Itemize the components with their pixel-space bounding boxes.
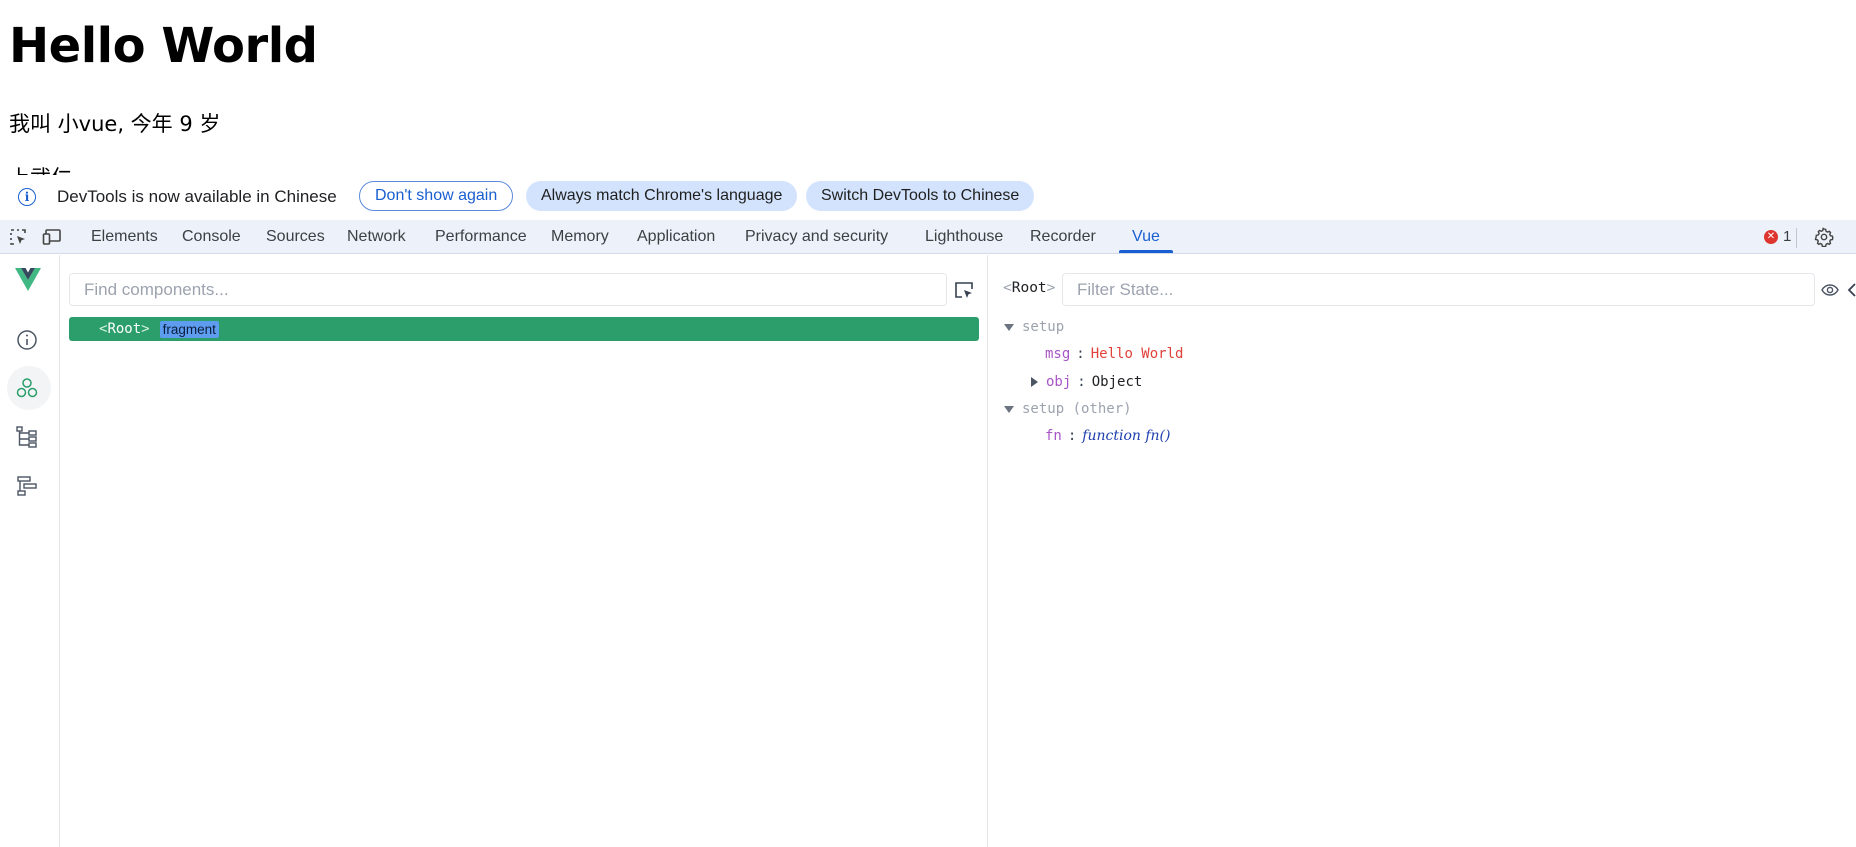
app-info-icon[interactable] — [15, 328, 39, 352]
components-icon[interactable] — [15, 376, 39, 400]
page-heading: Hello World — [9, 18, 318, 74]
section-title: setup (other) — [1022, 401, 1132, 417]
tree-row-root[interactable]: <Root> fragment — [69, 317, 979, 341]
collapse-arrow-icon — [1004, 323, 1014, 331]
always-match-language-button[interactable]: Always match Chrome's language — [526, 181, 798, 211]
tab-application[interactable]: Application — [637, 228, 715, 246]
state-value: Hello World — [1090, 346, 1184, 362]
error-counter[interactable]: ✕ 1 — [1764, 228, 1791, 245]
tab-recorder[interactable]: Recorder — [1030, 228, 1096, 246]
state-value: Object — [1091, 374, 1143, 390]
collapse-arrow-icon — [1004, 405, 1014, 413]
vue-logo-icon — [15, 268, 41, 291]
expand-arrow-icon[interactable] — [1031, 377, 1038, 387]
select-component-icon[interactable] — [953, 280, 975, 302]
tab-lighthouse[interactable]: Lighthouse — [925, 228, 1003, 246]
state-section-setup-other[interactable]: setup (other) — [1004, 401, 1132, 417]
state-entry-fn[interactable]: fn : function fn() — [1045, 428, 1170, 444]
tab-network[interactable]: Network — [347, 228, 406, 246]
colon-separator: : — [1077, 374, 1086, 390]
tab-sources[interactable]: Sources — [266, 228, 325, 246]
state-entry-msg[interactable]: msg : Hello World — [1045, 346, 1183, 362]
eye-icon[interactable] — [1820, 280, 1840, 300]
state-key: fn — [1045, 428, 1062, 444]
filter-state-input[interactable]: Filter State... — [1062, 273, 1815, 306]
tab-elements[interactable]: Elements — [91, 228, 158, 246]
tab-performance[interactable]: Performance — [435, 228, 527, 246]
error-count: 1 — [1783, 228, 1792, 245]
component-tree-icon[interactable] — [15, 425, 39, 449]
state-key: obj — [1046, 374, 1072, 390]
chevron-left-icon[interactable] — [1846, 280, 1856, 300]
tab-memory[interactable]: Memory — [551, 228, 609, 246]
switch-to-chinese-button[interactable]: Switch DevTools to Chinese — [806, 181, 1035, 211]
colon-separator: : — [1067, 428, 1077, 444]
tab-console[interactable]: Console — [182, 228, 241, 246]
fragment-badge: fragment — [159, 320, 219, 338]
info-icon: i — [18, 188, 36, 206]
timeline-icon[interactable] — [15, 474, 39, 498]
toolbar-divider — [1796, 228, 1797, 248]
infobar-message: DevTools is now available in Chinese — [57, 187, 337, 206]
language-infobar: i DevTools is now available in Chinese D… — [0, 175, 1856, 220]
device-toolbar-icon[interactable] — [42, 227, 62, 247]
find-components-input[interactable]: Find components... — [69, 273, 947, 306]
selected-component-label: <Root> — [1003, 280, 1056, 296]
tab-vue[interactable]: Vue — [1132, 228, 1160, 246]
inspect-element-icon[interactable] — [8, 227, 28, 247]
page-line-1: 我叫 小vue, 今年 9 岁 — [9, 112, 221, 136]
vue-sidebar — [0, 255, 60, 847]
state-key: msg — [1045, 346, 1071, 362]
components-pane: Find components... <Root> fragment — [60, 255, 988, 847]
error-icon: ✕ — [1764, 229, 1778, 244]
active-tab-indicator — [1119, 250, 1173, 253]
devtools-tabbar: Elements Console Sources Network Perform… — [0, 220, 1856, 254]
state-value: function fn() — [1082, 428, 1171, 444]
tab-privacy-security[interactable]: Privacy and security — [745, 228, 888, 246]
dont-show-again-button[interactable]: Don't show again — [359, 181, 514, 211]
state-entry-obj[interactable]: obj : Object — [1031, 374, 1142, 390]
root-component-tag: <Root> — [99, 321, 150, 337]
state-section-setup[interactable]: setup — [1004, 319, 1064, 335]
state-inspector-pane: <Root> Filter State... setup msg : Hello… — [988, 255, 1856, 847]
page-viewport: Hello World 我叫 小vue, 今年 9 岁 上武仁 — [0, 0, 1856, 175]
settings-gear-icon[interactable] — [1814, 227, 1834, 247]
section-title: setup — [1022, 319, 1065, 335]
colon-separator: : — [1076, 346, 1085, 362]
page-line-2: 上武仁 — [9, 162, 72, 175]
